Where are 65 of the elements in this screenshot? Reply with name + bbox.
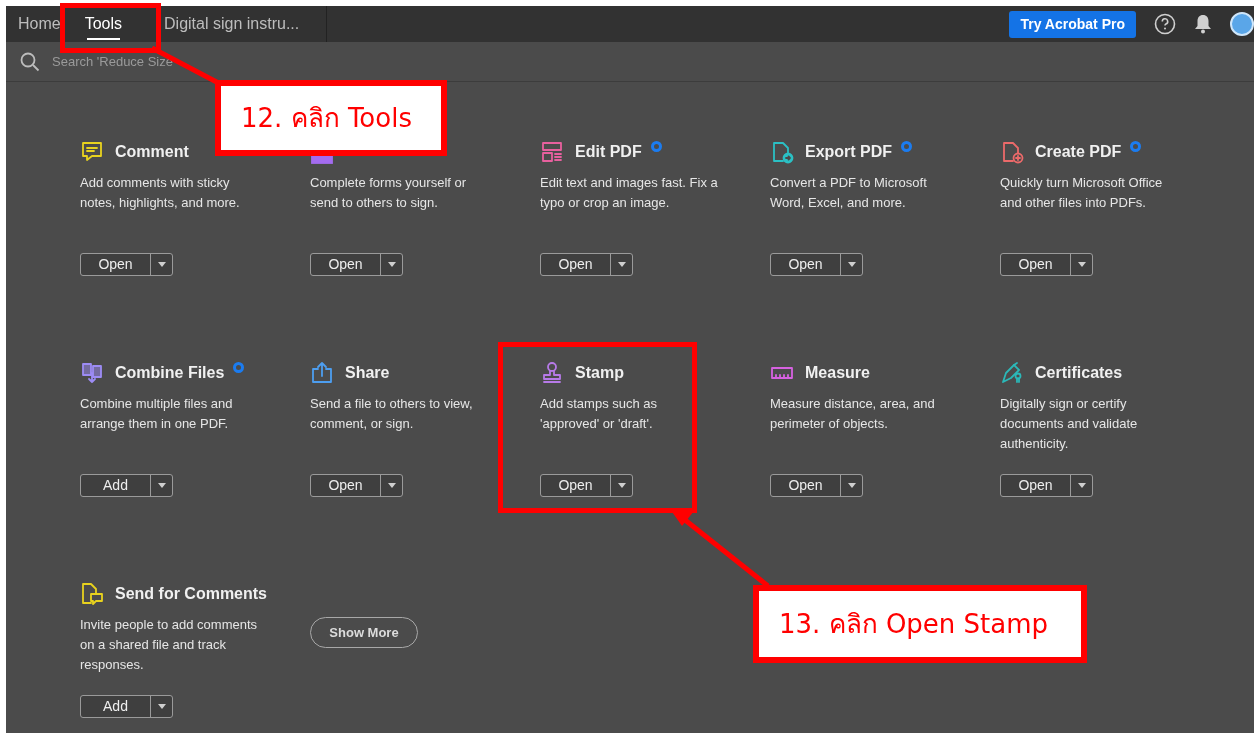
split-button[interactable]: Open: [540, 474, 633, 497]
split-button[interactable]: Open: [1000, 253, 1093, 276]
caret-icon: [1077, 483, 1086, 488]
action-button[interactable]: Open: [771, 475, 841, 496]
tool-title: Certificates: [1035, 363, 1123, 383]
tool-description: Complete forms yourself or send to others to sign.: [310, 174, 468, 212]
document-tab[interactable]: Digital sign instru...: [134, 6, 328, 42]
action-button[interactable]: Open: [311, 475, 381, 496]
caret-icon: [1077, 262, 1086, 267]
tool-title: Comment: [115, 142, 189, 162]
tool-title: Stamp: [575, 363, 624, 383]
action-button[interactable]: Open: [81, 254, 151, 275]
callout-label: 12. คลิก Tools: [215, 80, 447, 156]
split-button[interactable]: Open: [770, 474, 863, 497]
caret-icon: [157, 704, 166, 709]
action-button[interactable]: Open: [311, 254, 381, 275]
caret-icon: [617, 262, 626, 267]
action-button[interactable]: Open: [771, 254, 841, 275]
tool-title: Export PDF: [805, 142, 893, 162]
tool-description: Edit text and images fast. Fix a typo or crop an image.: [540, 174, 718, 212]
action-button[interactable]: Add: [81, 475, 151, 496]
split-button[interactable]: Open: [310, 474, 403, 497]
action-button[interactable]: Add: [81, 696, 151, 717]
split-button[interactable]: Open: [540, 253, 633, 276]
search-field[interactable]: Search 'Reduce Size: [52, 51, 282, 72]
caret-icon: [617, 483, 626, 488]
nav-tab[interactable]: Home: [6, 6, 73, 42]
nav-tab[interactable]: Tools: [72, 6, 135, 42]
tool-title: Send for Comments: [115, 584, 267, 604]
bell-icon[interactable]: [1194, 14, 1212, 34]
tool-title: Share: [345, 363, 390, 383]
tool-description: Send a file to others to view, comment, or sign.: [310, 395, 474, 433]
tool-title: Combine Files: [115, 363, 225, 383]
tool-title: Edit PDF: [575, 142, 642, 162]
tool-description: Add stamps such as 'approved' or 'draft'.: [540, 395, 659, 433]
split-button[interactable]: Open: [80, 253, 173, 276]
callout-label: 13. คลิก Open Stamp: [753, 585, 1087, 663]
caret-icon: [157, 262, 166, 267]
avatar[interactable]: [1230, 12, 1254, 36]
search-icon: [20, 51, 40, 72]
caret-icon: [387, 483, 396, 488]
action-button[interactable]: Open: [1001, 254, 1071, 275]
caret-icon: [387, 262, 396, 267]
tool-description: Quickly turn Microsoft Office and other files into PDFs.: [1000, 174, 1164, 212]
caret-icon: [847, 483, 856, 488]
tool-description: Invite people to add comments on a shared file and track responses.: [80, 616, 258, 674]
tool-title: Create PDF: [1035, 142, 1122, 162]
caret-icon: [157, 483, 166, 488]
caret-icon: [847, 262, 856, 267]
tool-description: Digitally sign or certify documents and validate authenticity.: [1000, 395, 1139, 453]
tool-title: Measure: [805, 363, 870, 383]
action-button[interactable]: Open: [541, 475, 611, 496]
tool-description: Convert a PDF to Microsoft Word, Excel, and more.: [770, 174, 928, 212]
tool-description: Add comments with sticky notes, highlights, and more.: [80, 174, 241, 212]
upgrade-button[interactable]: Try Acrobat Pro: [1009, 10, 1136, 38]
split-button[interactable]: Add: [80, 474, 173, 497]
split-button[interactable]: Open: [770, 253, 863, 276]
tool-description: Measure distance, area, and perimeter of objects.: [770, 395, 936, 433]
split-button[interactable]: Open: [1000, 474, 1093, 497]
split-button[interactable]: Open: [310, 253, 403, 276]
split-button[interactable]: Add: [80, 695, 173, 718]
tool-description: Combine multiple files and arrange them in one PDF.: [80, 395, 234, 433]
action-button[interactable]: Open: [541, 254, 611, 275]
help-icon[interactable]: [1154, 13, 1176, 35]
action-button[interactable]: Open: [1001, 475, 1071, 496]
